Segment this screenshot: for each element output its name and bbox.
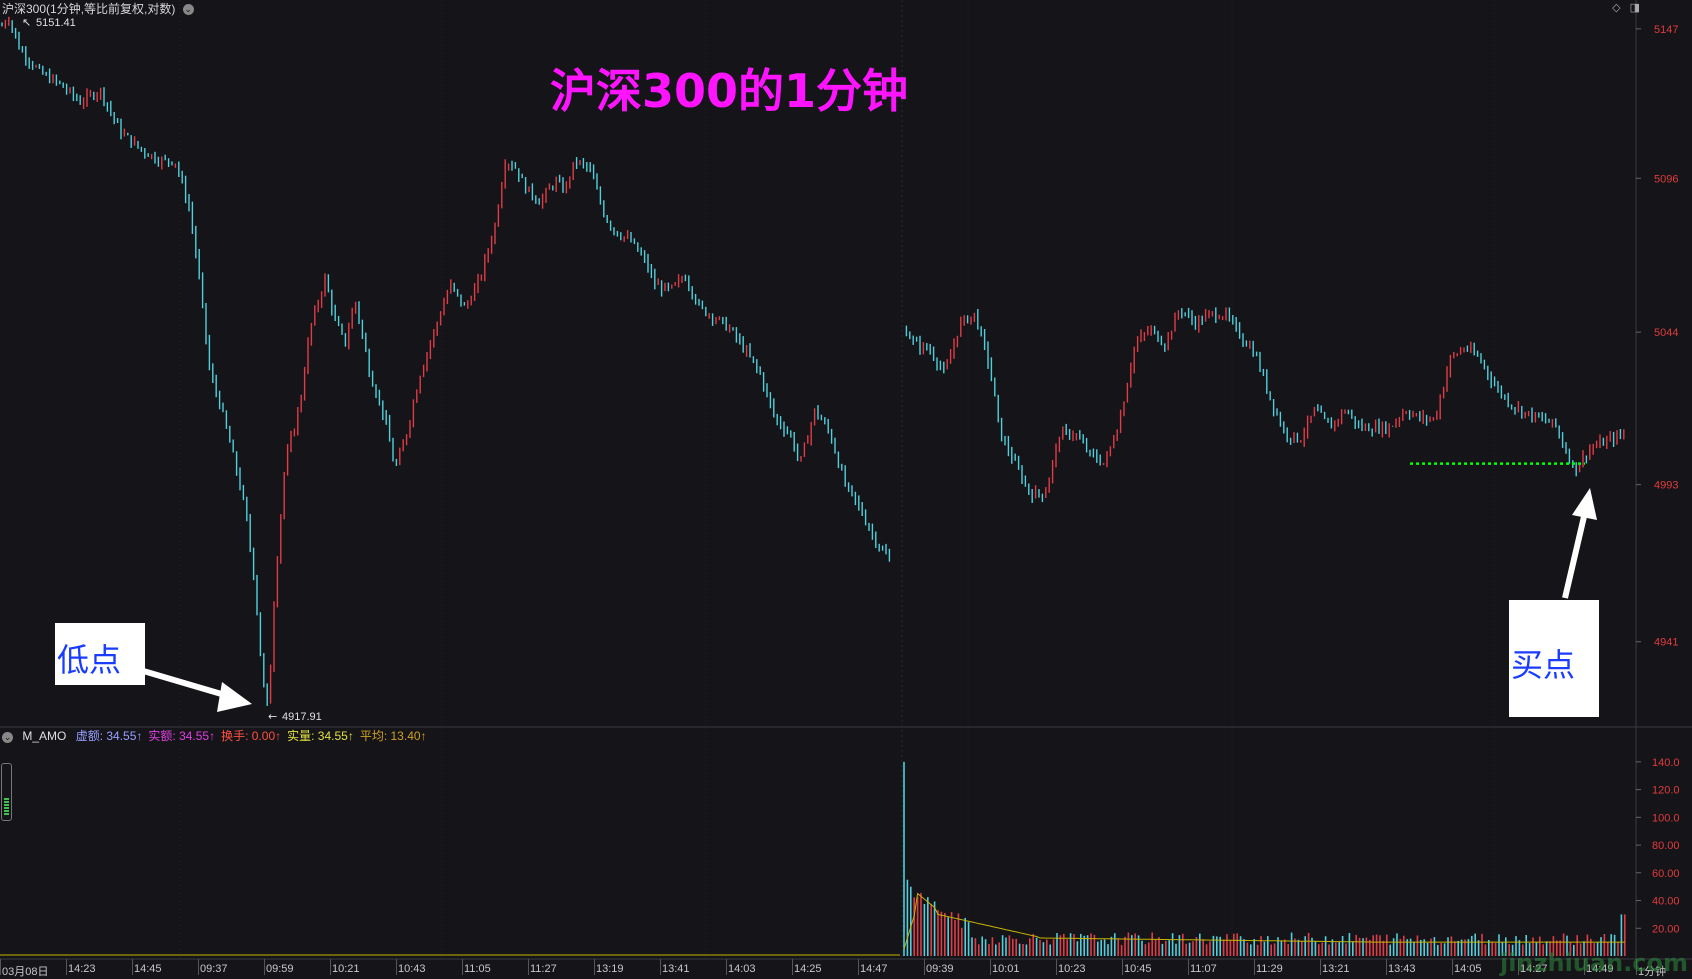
time-axis-tick [594,959,595,975]
time-axis-tick [792,959,793,975]
price-tick-label: 4993 [1654,480,1678,492]
chart-headline: 沪深300的1分钟 [550,64,909,118]
indicator-value: 换手: 0.00↑ [221,729,282,743]
time-axis-label: 10:45 [1124,963,1152,975]
time-axis-label: 14:47 [860,963,888,975]
time-axis-label: 11:05 [464,963,491,975]
low-price-label: 4917.91 [282,711,322,723]
price-tick-label: 5096 [1654,173,1678,185]
time-axis-label: 10:23 [1058,963,1086,975]
time-axis-label: 13:41 [662,963,690,975]
price-tick-label: 5147 [1654,24,1678,36]
time-axis-tick [0,959,1,975]
volume-tick-label: 60.00 [1652,868,1680,880]
time-axis-tick [660,959,661,975]
time-axis-tick [1452,959,1453,975]
price-axis-ticks: 5147 5096 5044 4993 4941 [1636,24,1678,649]
time-axis-tick [264,959,265,975]
low-point-callout: 低点 [55,623,145,685]
time-axis-label: 13:43 [1388,963,1416,975]
indicator-value: 平均: 13.40↑ [359,729,427,743]
time-axis-tick [1254,959,1255,975]
watermark: jinzhiuan.com [1499,949,1688,977]
time-axis-tick [330,959,331,975]
time-axis-tick [132,959,133,975]
volume-axis-ticks: 140.0 120.0 100.0 80.00 60.00 40.00 20.00 [1636,757,1680,935]
time-axis-tick [66,959,67,975]
volume-tick-label: 80.00 [1652,840,1680,852]
indicator-value: 实量: 34.55↑ [287,729,354,743]
low-arrow [139,667,252,712]
time-axis-tick [1320,959,1321,975]
time-axis-label: 09:39 [926,963,954,975]
time-axis-label: 13:19 [596,963,624,975]
time-axis-label: 10:43 [398,963,426,975]
buy-arrow [1562,488,1597,599]
time-axis-tick [462,959,463,975]
high-arrow-icon: ↖ [22,16,31,29]
time-axis-label: 13:21 [1322,963,1350,975]
low-arrow-icon: ← [268,710,277,723]
time-axis-label: 10:01 [992,963,1020,975]
time-axis-tick [858,959,859,975]
grid-lines [179,0,1495,958]
window-controls: ◇ ◨ [1606,1,1640,14]
time-axis-label: 11:07 [1190,963,1217,975]
time-axis-tick [198,959,199,975]
volume-tick-label: 120.0 [1652,785,1680,797]
time-axis-tick [1188,959,1189,975]
time-axis-tick [924,959,925,975]
time-axis-label: 14:05 [1454,963,1482,975]
volume-tick-label: 40.00 [1652,896,1680,908]
low-point-label: 低点 [57,641,122,679]
time-axis-label: 14:03 [728,963,756,975]
price-tick-label: 4941 [1654,637,1678,649]
time-axis-tick [990,959,991,975]
buy-point-callout: 买点 [1509,600,1599,717]
time-axis-label: 11:29 [1256,963,1283,975]
buy-point-label: 买点 [1511,646,1576,684]
time-axis-tick [396,959,397,975]
indicator-values: 虚额: 34.55↑ 实额: 34.55↑ 换手: 0.00↑ 实量: 34.55↑ 平… [76,729,433,743]
time-axis-label: 14:25 [794,963,822,975]
time-axis-tick [1386,959,1387,975]
time-axis-label: 03月08日 [2,966,49,978]
chart-title-bar[interactable]: 沪深300(1分钟,等比前复权,对数) ⌄ [2,0,194,17]
time-axis-label: 14:45 [134,963,162,975]
time-axis-label: 09:59 [266,963,294,975]
chevron-down-icon[interactable]: ⌄ [2,732,13,743]
diamond-icon[interactable]: ◇ [1612,1,1620,14]
time-axis-tick [1056,959,1057,975]
price-tick-label: 5044 [1654,327,1678,339]
volume-tick-label: 20.00 [1652,923,1680,935]
time-axis-label: 14:23 [68,963,96,975]
indicator-header: ⌄ M_AMO 虚额: 34.55↑ 实额: 34.55↑ 换手: 0.00↑ 实量:… [0,727,439,745]
time-axis-label: 10:21 [332,963,360,975]
chevron-down-icon[interactable]: ⌄ [182,4,194,16]
time-axis-tick [1122,959,1123,975]
time-axis-tick [528,959,529,975]
trading-chart-window: 5147 5096 5044 4993 4941 140.0 120.0 100.0 80.0… [0,0,1692,979]
high-price-label: 5151.41 [36,17,76,29]
panel-toggle-icon[interactable]: ◨ [1630,1,1640,14]
chart-canvas[interactable]: 5147 5096 5044 4993 4941 140.0 120.0 100.0 80.0… [0,0,1692,979]
chart-title: 沪深300(1分钟,等比前复权,对数) [2,2,176,16]
time-axis-label: 11:27 [530,963,557,975]
volume-tick-label: 140.0 [1652,757,1680,769]
time-axis-tick [726,959,727,975]
volume-panel-grip[interactable] [1,763,12,821]
volume-series [0,761,1626,956]
indicator-value: 虚额: 34.55↑ [75,729,143,743]
volume-tick-label: 100.0 [1652,812,1680,824]
time-axis-label: 09:37 [200,963,228,975]
indicator-name[interactable]: M_AMO [22,729,66,743]
indicator-value: 实额: 34.55↑ [148,729,216,743]
